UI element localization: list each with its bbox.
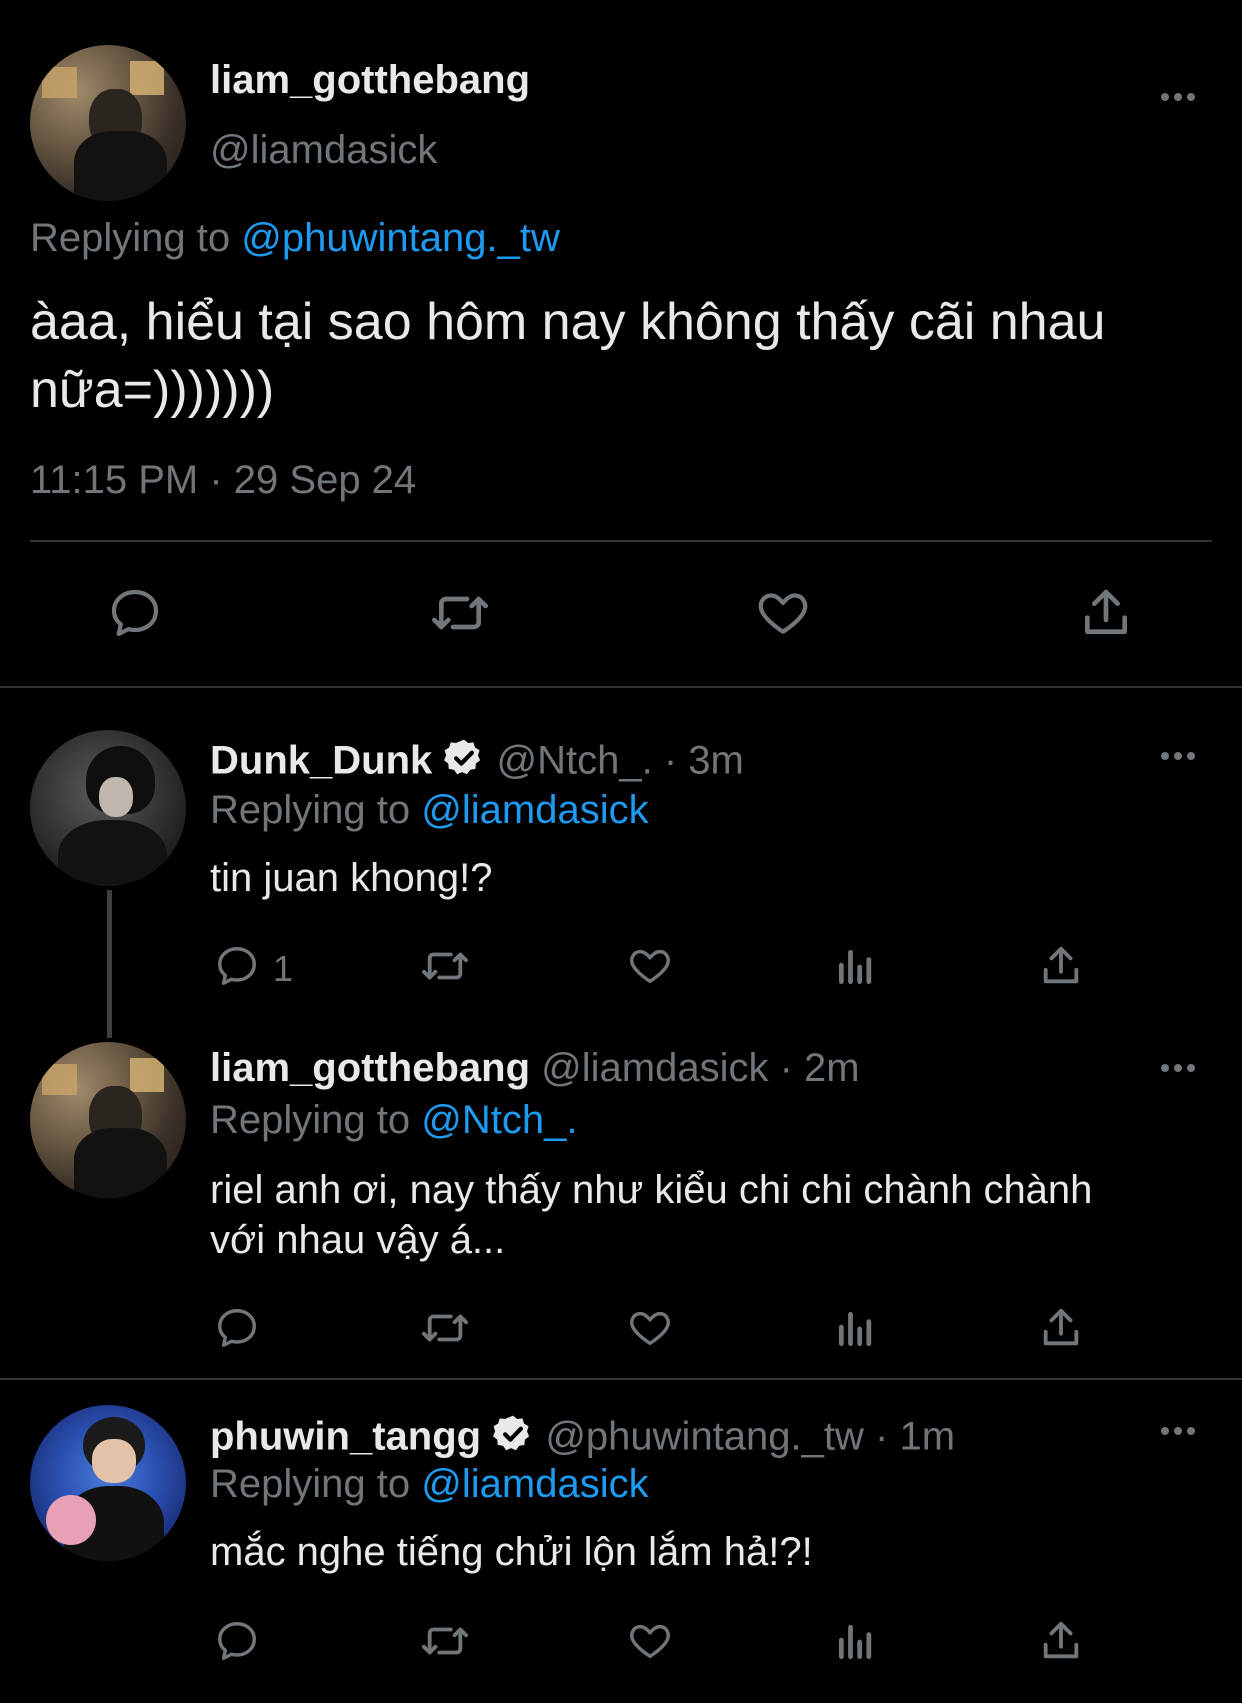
replying-to-link[interactable]: @liamdasick	[421, 1462, 648, 1506]
avatar[interactable]	[30, 1405, 186, 1561]
more-icon[interactable]	[1161, 1427, 1195, 1435]
avatar[interactable]	[30, 45, 186, 201]
replying-line: Replying to @liamdasick	[210, 788, 649, 833]
reply-icon[interactable]	[213, 1618, 261, 1664]
verified-badge-icon	[443, 737, 485, 789]
display-name[interactable]: liam_gotthebang	[210, 58, 530, 103]
retweet-icon[interactable]	[416, 1618, 474, 1664]
time-ago[interactable]: · 1m	[875, 1415, 955, 1459]
replying-line: Replying to @phuwintang._tw	[30, 216, 560, 261]
share-icon[interactable]	[1038, 1305, 1084, 1351]
tweet-text-line: riel anh ơi, nay thấy như kiểu chi chi c…	[210, 1168, 1093, 1212]
like-icon[interactable]	[626, 1618, 674, 1664]
verified-badge-icon	[492, 1413, 534, 1465]
replying-prefix: Replying to	[210, 1098, 411, 1142]
replying-prefix: Replying to	[210, 788, 411, 832]
avatar[interactable]	[30, 730, 186, 886]
handle[interactable]: @phuwintang._tw	[545, 1415, 864, 1459]
divider	[30, 540, 1212, 542]
retweet-icon[interactable]	[416, 943, 474, 989]
replying-to-link[interactable]: @phuwintang._tw	[241, 216, 560, 260]
more-icon[interactable]	[1161, 752, 1195, 760]
handle[interactable]: @liamdasick	[541, 1046, 768, 1090]
share-icon[interactable]	[1038, 943, 1084, 989]
thread-line	[107, 890, 112, 1038]
display-name[interactable]: phuwin_tangg	[210, 1415, 481, 1459]
time-ago[interactable]: · 2m	[780, 1046, 860, 1090]
tweet-text-line: tin juan khong!?	[210, 856, 493, 900]
views-icon[interactable]	[834, 1620, 878, 1664]
tweet-header: liam_gotthebang @liamdasick · 2m	[210, 1046, 860, 1091]
more-icon[interactable]	[1161, 1064, 1195, 1072]
views-icon[interactable]	[834, 1307, 878, 1351]
retweet-icon[interactable]	[416, 1305, 474, 1351]
display-name[interactable]: Dunk_Dunk	[210, 739, 432, 783]
retweet-icon[interactable]	[425, 585, 495, 641]
display-name[interactable]: liam_gotthebang	[210, 1046, 530, 1090]
like-icon[interactable]	[626, 943, 674, 989]
tweet-text-line: nữa=)))))))	[30, 361, 275, 419]
reply-count: 1	[273, 948, 294, 989]
time-ago[interactable]: · 3m	[664, 739, 744, 783]
tweet-text-line: àaa, hiểu tại sao hôm nay không thấy cãi…	[30, 293, 1106, 351]
tweet-text-line: với nhau vậy á...	[210, 1218, 506, 1262]
share-icon[interactable]	[1078, 585, 1134, 641]
tweet-text-line: mắc nghe tiếng chửi lộn lắm hả!?!	[210, 1530, 813, 1574]
reply-icon[interactable]	[105, 585, 165, 641]
reply-icon[interactable]	[213, 1305, 261, 1351]
divider	[0, 1378, 1242, 1380]
views-icon[interactable]	[834, 945, 878, 989]
share-icon[interactable]	[1038, 1618, 1084, 1664]
avatar[interactable]	[30, 1042, 186, 1198]
handle[interactable]: @liamdasick	[210, 128, 437, 173]
handle[interactable]: @Ntch_.	[497, 739, 653, 783]
like-icon[interactable]	[626, 1305, 674, 1351]
replying-line: Replying to @Ntch_.	[210, 1098, 577, 1143]
replying-line: Replying to @liamdasick	[210, 1462, 649, 1507]
timestamp: 11:15 PM · 29 Sep 24	[30, 458, 417, 502]
divider	[0, 686, 1242, 688]
more-icon[interactable]	[1161, 93, 1195, 101]
reply-icon[interactable]	[213, 943, 261, 989]
replying-prefix: Replying to	[210, 1462, 411, 1506]
tweet-header: phuwin_tangg @phuwintang._tw · 1m	[210, 1413, 955, 1465]
like-icon[interactable]	[753, 585, 813, 641]
tweet-header: Dunk_Dunk @Ntch_. · 3m	[210, 737, 744, 789]
replying-to-link[interactable]: @liamdasick	[421, 788, 648, 832]
replying-to-link[interactable]: @Ntch_.	[421, 1098, 577, 1142]
replying-prefix: Replying to	[30, 216, 231, 260]
